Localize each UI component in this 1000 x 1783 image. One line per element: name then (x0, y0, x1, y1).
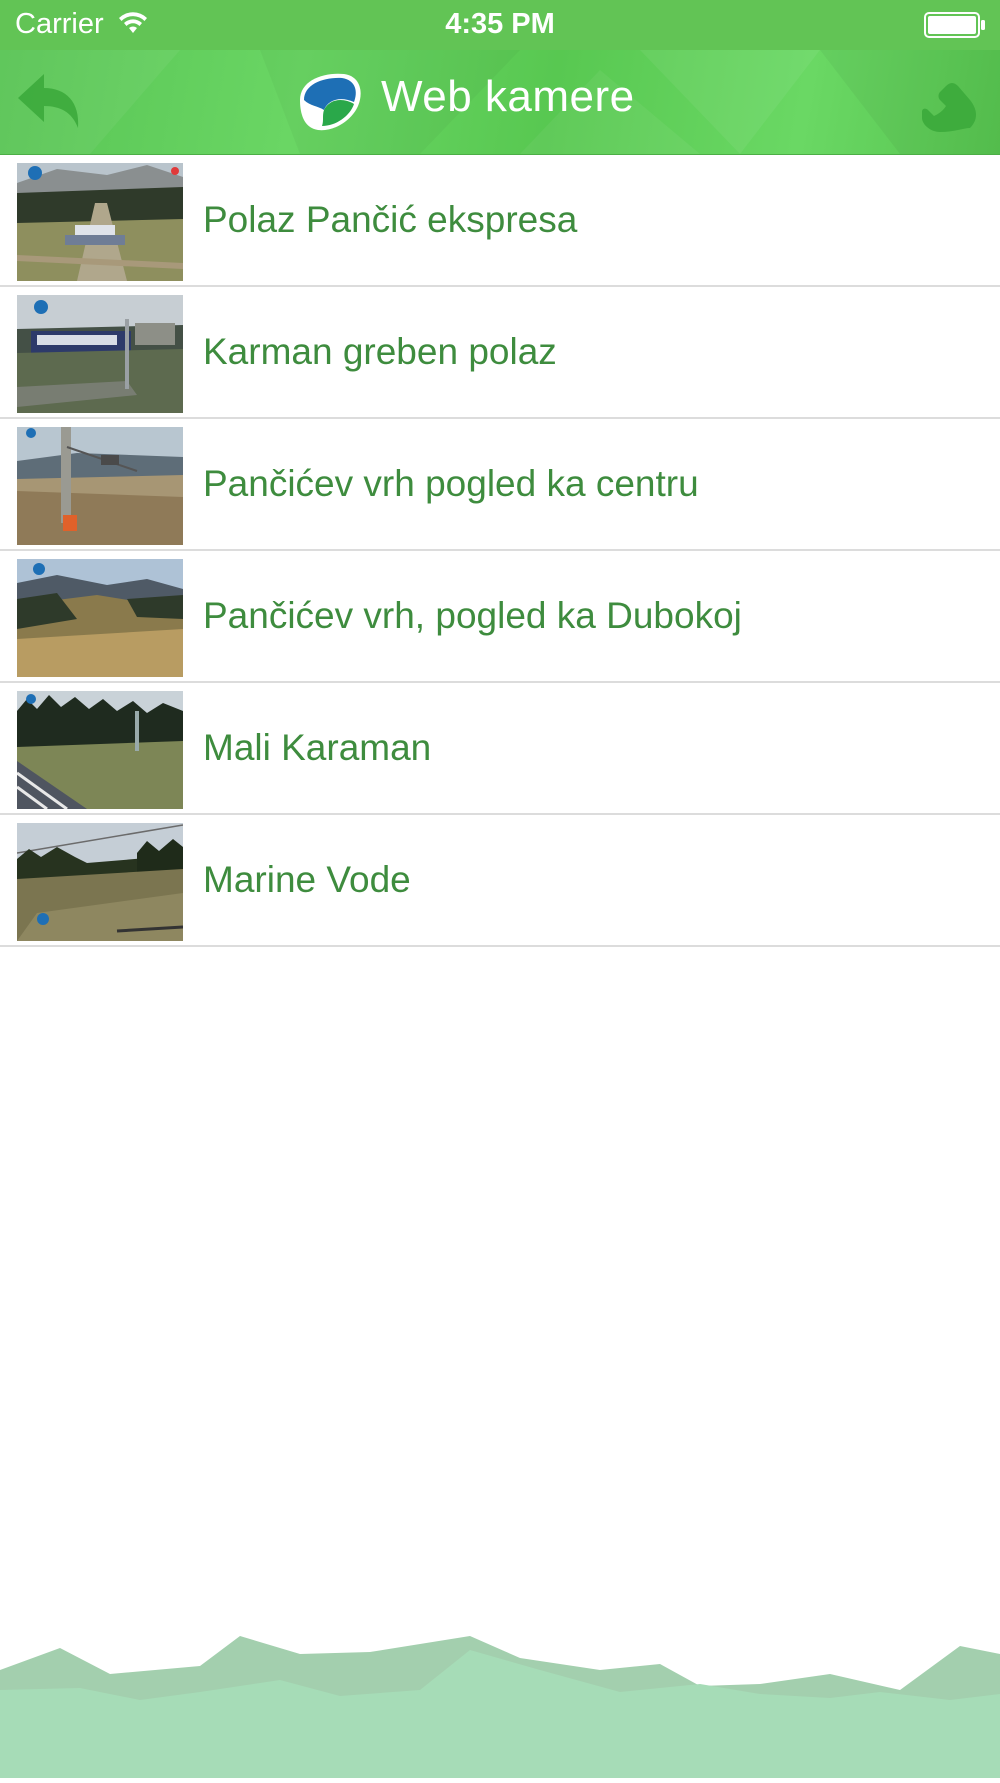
camera-title: Marine Vode (203, 859, 411, 900)
camera-title: Polaz Pančić ekspresa (203, 199, 578, 240)
list-item[interactable]: Pančićev vrh pogled ka centru (0, 419, 1000, 551)
battery-icon (924, 12, 986, 46)
camera-list: Polaz Pančić ekspresa Karman greben pola… (0, 155, 1000, 947)
camera-thumbnail (17, 163, 183, 281)
back-arrow-icon[interactable] (14, 70, 84, 134)
camera-thumbnail (17, 691, 183, 809)
mountain-footer-decoration (0, 1630, 1000, 1778)
camera-thumbnail (17, 295, 183, 413)
list-item[interactable]: Karman greben polaz (0, 287, 1000, 419)
phone-icon[interactable] (920, 72, 984, 136)
clock: 4:35 PM (445, 8, 555, 40)
camera-title: Pančićev vrh, pogled ka Dubokoj (203, 595, 742, 636)
kopaonik-logo-icon (294, 70, 366, 134)
camera-title: Pančićev vrh pogled ka centru (203, 463, 699, 504)
page-title: Web kamere (381, 72, 635, 121)
navigation-bar: Web kamere (0, 50, 1000, 155)
camera-thumbnail (17, 427, 183, 545)
camera-thumbnail (17, 559, 183, 677)
camera-title: Mali Karaman (203, 727, 432, 768)
camera-title: Karman greben polaz (203, 331, 557, 372)
list-item[interactable]: Mali Karaman (0, 683, 1000, 815)
list-item[interactable]: Marine Vode (0, 815, 1000, 947)
status-bar: Carrier 4:35 PM (0, 0, 1000, 50)
list-item[interactable]: Pančićev vrh, pogled ka Dubokoj (0, 551, 1000, 683)
camera-thumbnail (17, 823, 183, 941)
list-item[interactable]: Polaz Pančić ekspresa (0, 155, 1000, 287)
